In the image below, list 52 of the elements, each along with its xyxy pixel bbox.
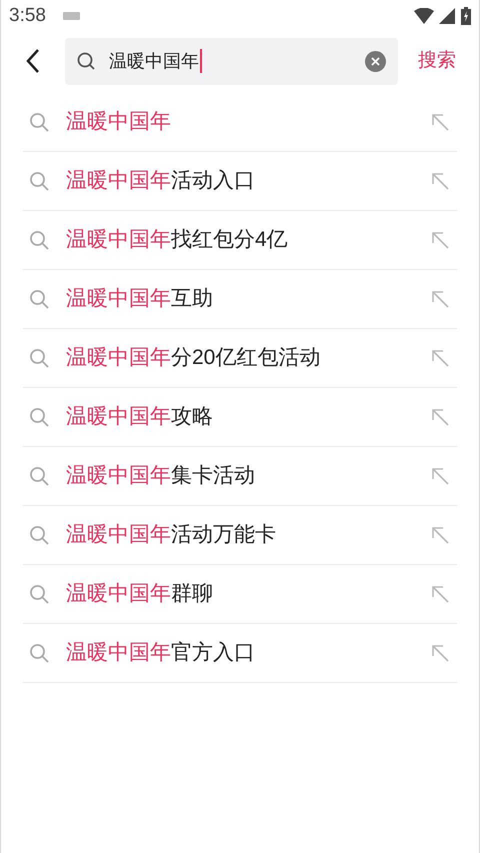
search-icon xyxy=(29,348,49,368)
suggestion-text: 温暖中国年 xyxy=(66,109,171,136)
search-icon xyxy=(29,584,49,604)
fill-in-arrow-icon[interactable] xyxy=(431,172,449,190)
search-icon xyxy=(29,466,49,486)
suggestion-item[interactable]: 温暖中国年互助 xyxy=(23,270,457,329)
fill-in-arrow-icon[interactable] xyxy=(431,349,449,367)
suggestion-item[interactable]: 温暖中国年活动万能卡 xyxy=(23,506,457,565)
suggestion-text: 温暖中国年群聊 xyxy=(66,581,213,608)
suggestion-text: 温暖中国年集卡活动 xyxy=(66,463,255,490)
wifi-icon xyxy=(414,8,434,24)
suggestion-text: 温暖中国年找红包分4亿 xyxy=(66,227,288,254)
fill-in-arrow-icon[interactable] xyxy=(431,408,449,426)
search-icon xyxy=(29,289,49,309)
search-icon xyxy=(29,230,49,250)
back-icon xyxy=(26,48,40,74)
fill-in-arrow-icon[interactable] xyxy=(431,585,449,603)
suggestion-text: 温暖中国年互助 xyxy=(66,286,213,312)
suggestion-text: 温暖中国年活动入口 xyxy=(66,168,255,194)
suggestion-item[interactable]: 温暖中国年群聊 xyxy=(23,565,457,624)
suggestion-item[interactable]: 温暖中国年找红包分4亿 xyxy=(23,211,457,270)
status-time: 3:58 xyxy=(9,4,46,28)
suggestion-text: 温暖中国年活动万能卡 xyxy=(66,522,276,548)
fill-in-arrow-icon[interactable] xyxy=(431,113,449,131)
fill-in-arrow-icon[interactable] xyxy=(431,467,449,485)
keyboard-icon xyxy=(62,12,80,20)
search-icon xyxy=(29,643,49,663)
suggestion-text: 温暖中国年分20亿红包活动 xyxy=(66,345,320,372)
suggestion-item[interactable]: 温暖中国年 xyxy=(23,93,457,152)
search-icon xyxy=(29,112,49,132)
search-button[interactable]: 搜索 xyxy=(418,46,456,76)
search-field[interactable]: 温暖中国年 xyxy=(65,38,398,84)
suggestion-text: 温暖中国年攻略 xyxy=(66,404,213,430)
suggestion-item[interactable]: 温暖中国年官方入口 xyxy=(23,624,457,683)
search-icon xyxy=(29,407,49,427)
fill-in-arrow-icon[interactable] xyxy=(431,644,449,662)
close-icon xyxy=(371,56,380,66)
fill-in-arrow-icon[interactable] xyxy=(431,231,449,249)
suggestion-item[interactable]: 温暖中国年集卡活动 xyxy=(23,447,457,506)
fill-in-arrow-icon[interactable] xyxy=(431,526,449,544)
search-icon xyxy=(29,171,49,191)
suggestion-item[interactable]: 温暖中国年活动入口 xyxy=(23,152,457,211)
search-icon xyxy=(77,52,95,70)
fill-in-arrow-icon[interactable] xyxy=(431,290,449,308)
suggestion-item[interactable]: 温暖中国年分20亿红包活动 xyxy=(23,329,457,388)
clear-button[interactable] xyxy=(365,50,386,72)
search-input-text: 温暖中国年 xyxy=(109,52,199,70)
search-icon xyxy=(29,525,49,545)
battery-icon xyxy=(461,7,471,25)
suggestion-text: 温暖中国年官方入口 xyxy=(66,640,255,666)
suggestion-item[interactable]: 温暖中国年攻略 xyxy=(23,388,457,447)
signal-icon xyxy=(439,8,455,24)
